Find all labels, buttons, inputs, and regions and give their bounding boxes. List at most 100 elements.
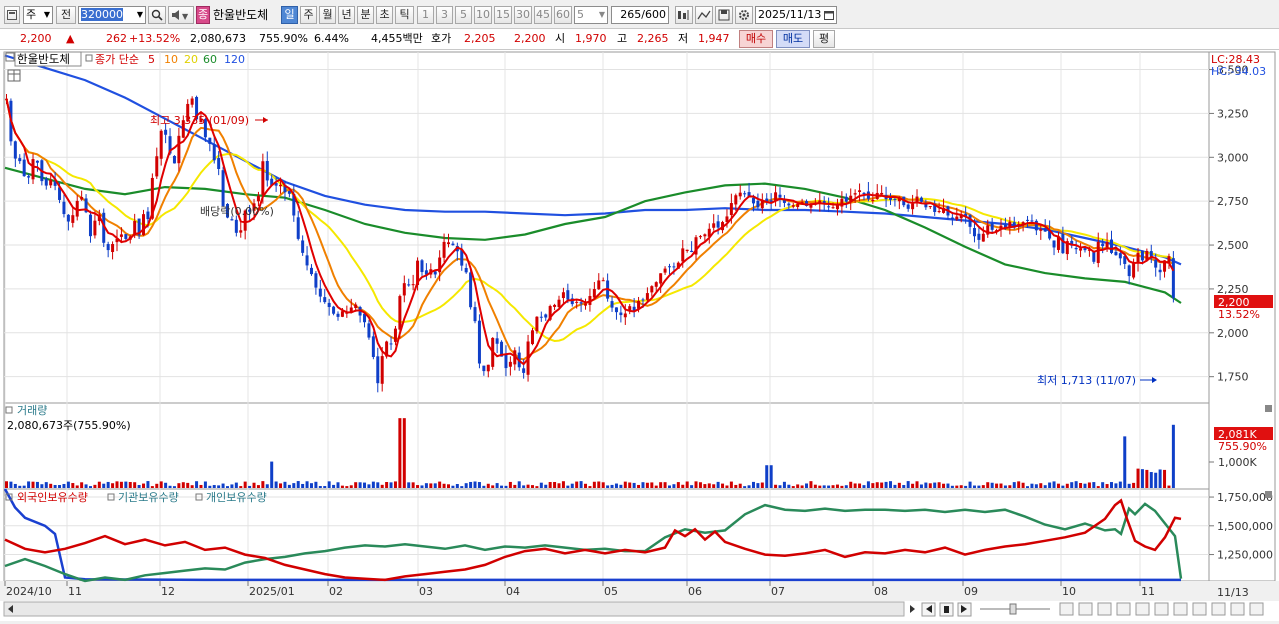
count-input[interactable]: 265/600 [611, 6, 669, 24]
open-label: 시 [555, 32, 566, 45]
candle-body [729, 203, 733, 216]
candle-body [1061, 234, 1065, 254]
holdings-tick-label: 1,250,000 [1217, 549, 1273, 562]
volume-bar [128, 482, 132, 488]
chart-tool-icon[interactable] [695, 6, 713, 24]
period-button-minute[interactable]: 분 [357, 6, 374, 24]
period-button-year[interactable]: 년 [338, 6, 355, 24]
volume-bar [35, 481, 39, 488]
speaker-icon[interactable]: ▼ [168, 6, 194, 24]
candle-body [654, 282, 658, 287]
sell-button[interactable]: 매도 [776, 30, 810, 48]
scroll-right-icon[interactable] [910, 605, 915, 613]
interval-button-1[interactable]: 1 [417, 6, 434, 24]
volume-panel-close-icon[interactable] [1265, 405, 1272, 412]
volume-bar [769, 465, 773, 488]
buy-button[interactable]: 매수 [739, 30, 773, 48]
stock-chart[interactable]: 3,5003,2503,0002,7502,5002,2502,0001,750… [0, 50, 1279, 621]
volume-bar [968, 481, 972, 488]
average-button[interactable]: 평 [813, 30, 835, 48]
volume-bar [226, 486, 229, 488]
search-icon[interactable] [148, 6, 166, 24]
volume-bar [645, 482, 649, 488]
price-tick-label: 2,750 [1217, 195, 1249, 208]
volume-bar [318, 486, 322, 488]
candle-body [663, 268, 667, 273]
interval-select[interactable]: 5 ▼ [574, 6, 608, 24]
holdings-panel[interactable] [3, 488, 1210, 582]
candle-body [659, 273, 663, 284]
window-menu-icon[interactable] [4, 6, 20, 24]
horizontal-scrollbar[interactable] [3, 601, 905, 617]
chart-area[interactable]: 3,500 3,250 3,000 2,750 2,500 2,250 2,000 1,750… [0, 50, 1279, 621]
volume-bar [398, 418, 402, 488]
month-label: 08 [874, 585, 888, 598]
volume-bar [9, 481, 13, 488]
volume-bar [668, 485, 671, 488]
volume-bar [292, 483, 296, 488]
candle-body [853, 193, 857, 195]
volume-bar [31, 481, 35, 488]
bottom-tool-icons[interactable] [1059, 602, 1264, 616]
prev-button[interactable]: 전 [56, 6, 76, 24]
interval-button-60[interactable]: 60 [554, 6, 572, 24]
high-price: 2,265 [637, 32, 669, 45]
volume-bar [416, 485, 420, 488]
period-button-tick[interactable]: 틱 [395, 6, 414, 24]
zoom-slider-handle[interactable] [1009, 603, 1017, 615]
volume-bar [385, 482, 389, 488]
volume-bar [504, 485, 508, 488]
candle-body [13, 141, 17, 159]
volume-bar [172, 486, 176, 488]
period-button-month[interactable]: 월 [319, 6, 336, 24]
candle-body [698, 236, 702, 238]
interval-button-30[interactable]: 30 [514, 6, 532, 24]
interval-button-5[interactable]: 5 [455, 6, 472, 24]
volume-bar [875, 482, 879, 488]
volume-bar [526, 484, 530, 488]
volume-bar [1083, 483, 1087, 488]
candle-body [641, 299, 645, 301]
volume-bar [990, 482, 994, 488]
crosshair-icon[interactable] [675, 6, 693, 24]
interval-button-10[interactable]: 10 [474, 6, 492, 24]
volume-bar [787, 484, 791, 488]
volume-bar [402, 418, 406, 488]
volume-panel[interactable] [3, 402, 1210, 490]
interval-button-3[interactable]: 3 [436, 6, 453, 24]
volume-bar [862, 485, 866, 488]
candle-body [155, 156, 159, 177]
gear-icon[interactable] [735, 6, 753, 24]
volume-bar [628, 482, 632, 488]
candle-body [18, 158, 22, 162]
save-icon[interactable] [715, 6, 733, 24]
date-input[interactable]: 2025/11/13 [755, 6, 837, 24]
volume-bar [93, 484, 97, 488]
period-type-select[interactable]: 주 ▼ [23, 6, 53, 24]
volume-bar [84, 484, 88, 488]
candle-body [685, 249, 689, 251]
candle-body [354, 304, 358, 309]
volume-bar [703, 484, 707, 488]
candle-body [1110, 239, 1113, 253]
volume-bar [71, 483, 75, 488]
period-button-second[interactable]: 초 [376, 6, 393, 24]
legend-ma10: 10 [164, 53, 178, 66]
volume-bar [40, 484, 44, 488]
period-button-week[interactable]: 주 [300, 6, 317, 24]
volume-bar [367, 484, 371, 488]
calendar-icon[interactable] [824, 10, 834, 20]
candle-body [716, 221, 720, 228]
holdings-panel-close-icon[interactable] [1265, 491, 1272, 498]
candle-body [977, 233, 981, 240]
month-label: 11 [1141, 585, 1155, 598]
candle-body [208, 137, 212, 144]
candle-body [1132, 261, 1136, 278]
volume-bar [146, 481, 150, 488]
volume-bar [619, 484, 623, 488]
interval-button-15[interactable]: 15 [494, 6, 512, 24]
stock-code-input[interactable]: 320000 ▼ [78, 6, 146, 24]
candle-body [1008, 221, 1012, 227]
period-button-day[interactable]: 일 [281, 6, 298, 24]
interval-button-45[interactable]: 45 [534, 6, 552, 24]
